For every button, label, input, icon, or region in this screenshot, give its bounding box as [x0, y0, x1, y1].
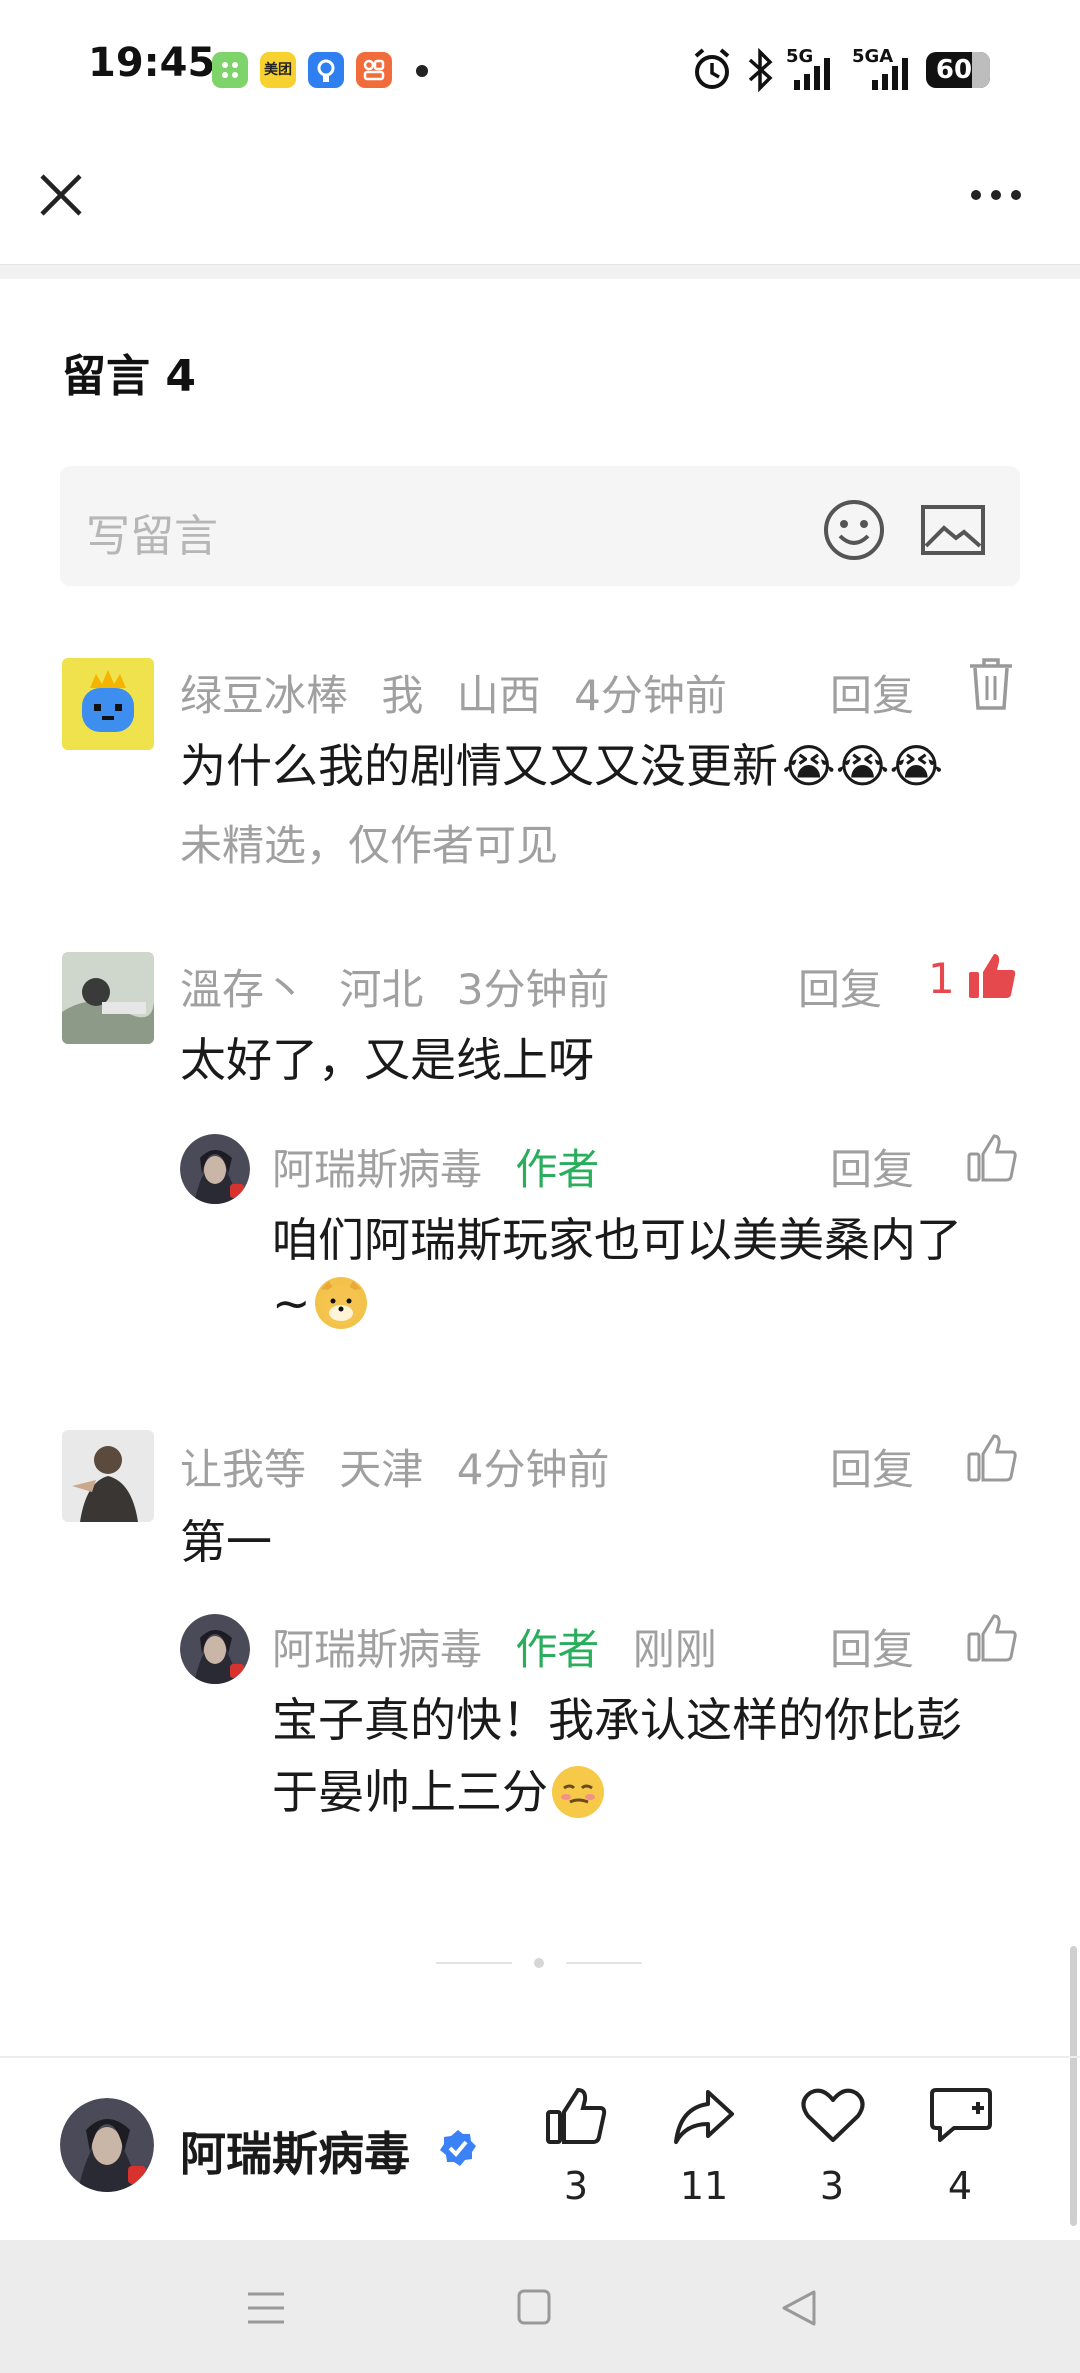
reply-author[interactable]: 阿瑞斯病毒: [272, 1625, 482, 1674]
footer-divider: [0, 2056, 1080, 2058]
comment-text: 太好了，又是线上呀: [180, 1033, 594, 1087]
comment-text: 为什么我的剧情又又又没更新😭😭😭: [180, 730, 943, 796]
reply-button[interactable]: 回复: [798, 956, 882, 1017]
comment-meta: 溫存丶 河北 3分钟前: [180, 956, 609, 1017]
header-divider: [0, 264, 1080, 279]
smirk-emoji-icon: [552, 1765, 604, 1818]
comment-author[interactable]: 溫存丶: [180, 965, 306, 1014]
reply-button[interactable]: 回复: [830, 662, 914, 723]
thumbs-up-icon[interactable]: [966, 1432, 1018, 1484]
close-icon[interactable]: [36, 170, 86, 220]
battery-level: 60: [935, 55, 973, 85]
delete-icon[interactable]: [966, 656, 1016, 712]
reply-meta: 阿瑞斯病毒 作者: [272, 1136, 599, 1197]
comment-meta: 绿豆冰棒 我 山西 4分钟前: [180, 662, 727, 723]
reply-meta: 阿瑞斯病毒 作者 刚刚: [272, 1616, 717, 1677]
reply-time: 刚刚: [632, 1625, 717, 1674]
avatar[interactable]: [180, 1134, 250, 1204]
comment-add-icon[interactable]: [928, 2084, 994, 2148]
smile-icon[interactable]: [822, 498, 886, 562]
meituan-icon: 美团: [260, 52, 296, 88]
comment-author[interactable]: 让我等: [180, 1445, 306, 1494]
system-nav-bar: [0, 2240, 1080, 2373]
comment-visibility-note: 未精选，仅作者可见: [180, 821, 559, 870]
signal-icon-2: [858, 46, 916, 94]
reply-text: 宝子真的快！我承认这样的你比彭: [272, 1693, 962, 1747]
comment-region: 河北: [339, 965, 424, 1014]
comment-time: 4分钟前: [456, 1445, 610, 1494]
thumbs-up-icon[interactable]: [966, 1612, 1018, 1664]
comment-time: 3分钟前: [456, 965, 610, 1014]
like-count: 1: [928, 954, 955, 1003]
menu-icon[interactable]: [246, 2290, 286, 2326]
notification-dot-icon: [416, 65, 428, 77]
app-orange-icon: [356, 52, 392, 88]
author-badge: 作者: [515, 1145, 600, 1194]
avatar[interactable]: [180, 1614, 250, 1684]
verified-icon: [438, 2128, 478, 2168]
comment-time: 4分钟前: [574, 671, 727, 720]
reply-text-tilde: ~: [272, 1276, 311, 1330]
app-blue-icon: [308, 52, 344, 88]
reply-text: 咱们阿瑞斯玩家也可以美美桑内了: [272, 1213, 962, 1267]
account-avatar[interactable]: [60, 2098, 154, 2192]
back-icon[interactable]: [780, 2288, 818, 2328]
comments-title: 留言 4: [62, 351, 196, 402]
top-bar: [0, 140, 1080, 264]
page-indicator-line: [436, 1962, 512, 1964]
favorite-count: 3: [819, 2164, 845, 2208]
thumbs-up-filled-icon[interactable]: [966, 950, 1018, 1002]
reply-text-content: 于晏帅上三分: [272, 1765, 548, 1819]
page-indicator-dot: [534, 1958, 544, 1968]
battery-icon: 60: [926, 52, 990, 88]
thumbs-up-icon[interactable]: [966, 1132, 1018, 1184]
home-icon[interactable]: [516, 2288, 552, 2326]
avatar[interactable]: [62, 952, 154, 1044]
comment-me-tag: 我: [381, 671, 424, 720]
comment-region: 天津: [339, 1445, 424, 1494]
crying-emoji-icon: 😭😭😭: [782, 739, 944, 793]
app-green-icon: [212, 52, 248, 88]
reply-author[interactable]: 阿瑞斯病毒: [272, 1145, 482, 1194]
alarm-icon: [690, 46, 734, 94]
reply-button[interactable]: 回复: [830, 1136, 914, 1197]
reply-text-line2: ~: [272, 1276, 367, 1333]
doge-emoji-icon: [314, 1276, 367, 1329]
avatar[interactable]: [62, 658, 154, 750]
heart-icon[interactable]: [800, 2086, 866, 2146]
more-icon[interactable]: [966, 180, 1026, 210]
bluetooth-icon: [744, 46, 776, 94]
share-icon[interactable]: [672, 2086, 736, 2146]
share-count: 11: [679, 2164, 729, 2208]
account-name[interactable]: 阿瑞斯病毒: [180, 2118, 410, 2184]
comment-text-content: 为什么我的剧情又又又没更新: [180, 739, 778, 793]
comment-meta: 让我等 天津 4分钟前: [180, 1436, 609, 1497]
reply-button[interactable]: 回复: [830, 1436, 914, 1497]
comment-author[interactable]: 绿豆冰棒: [180, 671, 348, 720]
comment-count: 4: [947, 2164, 973, 2208]
signal-icon: [790, 46, 836, 94]
status-bar: 19:45 美团 5G 5GA 60: [0, 0, 1080, 140]
comment-text: 第一: [180, 1515, 272, 1569]
avatar[interactable]: [62, 1430, 154, 1522]
author-badge: 作者: [515, 1625, 600, 1674]
comment-input-placeholder: 写留言: [86, 511, 218, 562]
reply-button[interactable]: 回复: [830, 1616, 914, 1677]
page-indicator-line: [566, 1962, 642, 1964]
comment-region: 山西: [456, 671, 541, 720]
reply-text-line2: 于晏帅上三分: [272, 1756, 604, 1822]
scrollbar[interactable]: [1070, 1946, 1077, 2226]
like-icon[interactable]: [544, 2084, 608, 2148]
status-time: 19:45: [88, 40, 216, 86]
image-icon[interactable]: [920, 504, 986, 556]
like-count: 3: [563, 2164, 589, 2208]
